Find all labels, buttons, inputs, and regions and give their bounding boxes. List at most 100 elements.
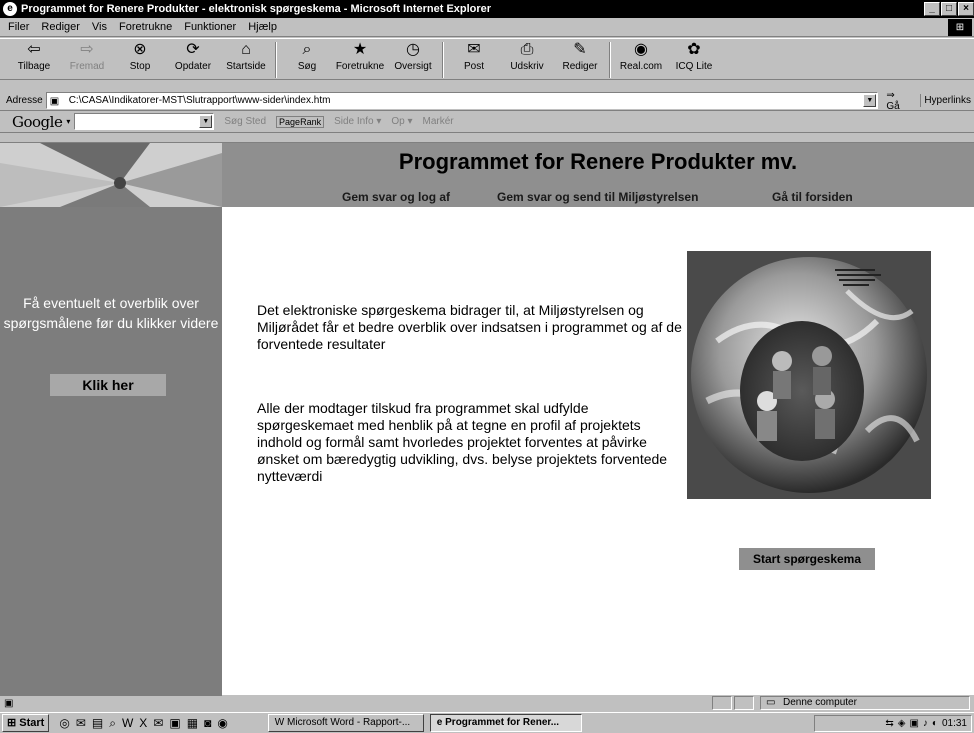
toolbar-søg-icon: ⌕ (302, 41, 312, 58)
page-done-icon: ▣ (4, 697, 14, 709)
toolbar-udskriv-button[interactable]: ⎙ Udskriv (503, 39, 551, 72)
google-page-info-button[interactable]: Side Info ▾ (334, 116, 381, 127)
task-ie[interactable]: e Programmet for Rener... (429, 714, 582, 732)
toolbar-stop-icon: ⊗ (133, 41, 147, 58)
go-button[interactable]: ⇒ Gå (886, 90, 910, 112)
zone-label: Denne computer (783, 697, 857, 708)
toolbar-real-com-icon: ◉ (634, 41, 648, 58)
address-input[interactable]: ▣ C:\CASA\Indikatorer-MST\Slutrapport\ww… (45, 92, 879, 109)
word-quicklaunch-icon[interactable]: W (122, 716, 133, 731)
toolbar-opdater-icon: ⟳ (186, 41, 200, 58)
sidebar-text: Få eventuelt et overblik over spørgsmåle… (3, 295, 219, 331)
maximize-button[interactable]: □ (941, 2, 957, 16)
menu-filer[interactable]: Filer (8, 21, 29, 33)
standard-toolbar: ⇦ Tilbage ⇨ Fremad ⊗ Stop ⟳ Opdater ⌂ Startside ⌕ S… (0, 38, 974, 80)
start-button[interactable]: ⊞ Start (2, 714, 50, 732)
task-word[interactable]: W Microsoft Word - Rapport-... (267, 714, 424, 732)
outlook-quicklaunch-icon[interactable]: ✉ (76, 716, 86, 731)
tray-app-icon[interactable]: ◐ (932, 718, 938, 729)
tray-network-icon[interactable]: ⇆ (885, 718, 893, 729)
mail-quicklaunch-icon[interactable]: ✉ (153, 716, 163, 731)
sidebar: Få eventuelt et overblik over spørgsmåle… (0, 207, 222, 696)
klik-her-button[interactable]: Klik her (50, 374, 166, 396)
quick-launch: ◎ ✉ ▤ ⌕ W X ✉ ▣ ▦ ◙ ◉ (59, 716, 227, 731)
toolbar-stop-button[interactable]: ⊗ Stop (116, 39, 164, 72)
start-questionnaire-button[interactable]: Start spørgeskema (739, 548, 875, 570)
toolbar-icq-lite-button[interactable]: ✿ ICQ Lite (670, 39, 718, 72)
desktop-quicklaunch-icon[interactable]: ▤ (92, 716, 103, 731)
menu-hjaelp[interactable]: Hjælp (248, 21, 277, 33)
app-quicklaunch-icon[interactable]: ▣ (169, 716, 180, 731)
toolbar-fremad-icon: ⇨ (80, 41, 94, 58)
task-word-label: Microsoft Word - Rapport-... (287, 717, 411, 728)
toolbar-button-label: ICQ Lite (675, 61, 713, 72)
toolbar-rediger-icon: ✎ (573, 41, 587, 58)
toolbar-post-icon: ✉ (467, 41, 481, 58)
toolbar-button-label: Post (463, 61, 484, 72)
toolbar-icq-lite-icon: ✿ (687, 41, 701, 58)
excel-quicklaunch-icon[interactable]: X (139, 716, 147, 731)
ie-task-icon: e (436, 717, 446, 728)
google-up-button[interactable]: Op ▾ (391, 116, 412, 127)
google-search-input[interactable]: ▼ (74, 113, 215, 130)
google-toolbar: Google ▾ ▼ Søg Sted PageRank Side Info ▾… (0, 111, 974, 133)
toolbar-separator (609, 42, 611, 78)
menu-foretrukne[interactable]: Foretrukne (119, 21, 172, 33)
google-menu-icon[interactable]: ▾ (66, 117, 70, 126)
toolbar-button-label: Opdater (174, 61, 212, 72)
calc-quicklaunch-icon[interactable]: ▦ (187, 716, 198, 731)
page-title: Programmet for Renere Produkter mv. (398, 149, 798, 174)
address-label: Adresse (6, 95, 43, 106)
pagerank-indicator: PageRank (276, 115, 325, 128)
tray-monitor-icon[interactable]: ▣ (909, 718, 918, 729)
google-search-site-button[interactable]: Søg Sted (224, 116, 266, 127)
toolbar-button-label: Startside (226, 61, 266, 72)
toolbar-fremad-button[interactable]: ⇨ Fremad (63, 39, 111, 72)
clock: 01:31 (941, 718, 967, 729)
toolbar-oversigt-button[interactable]: ◷ Oversigt (389, 39, 437, 72)
tray-volume-icon[interactable]: ♪ (923, 718, 928, 729)
minimize-button[interactable]: _ (924, 2, 940, 16)
menu-funktioner[interactable]: Funktioner (184, 21, 236, 33)
google-highlight-button[interactable]: Markér (423, 116, 454, 127)
toolbar-opdater-button[interactable]: ⟳ Opdater (169, 39, 217, 72)
computer-icon: ▭ (766, 697, 776, 708)
nav-save-send[interactable]: Gem svar og send til Miljøstyrelsen (497, 190, 698, 204)
toolbar-button-label: Tilbage (17, 61, 51, 72)
toolbar-button-label: Oversigt (394, 61, 432, 72)
taskbar: ⊞ Start ◎ ✉ ▤ ⌕ W X ✉ ▣ ▦ ◙ ◉ W Microsof… (0, 712, 974, 733)
address-dropdown-icon[interactable]: ▼ (863, 94, 877, 107)
realplayer-quicklaunch-icon[interactable]: ◉ (217, 716, 227, 731)
menu-vis[interactable]: Vis (92, 21, 107, 33)
toolbar-tilbage-icon: ⇦ (27, 41, 41, 58)
toolbar-startside-button[interactable]: ⌂ Startside (222, 39, 270, 72)
windows-logo-icon: ⊞ (948, 19, 972, 36)
toolbar-tilbage-button[interactable]: ⇦ Tilbage (10, 39, 58, 72)
toolbar-post-button[interactable]: ✉ Post (450, 39, 498, 72)
word-icon: W (274, 717, 288, 728)
nav-save-logout[interactable]: Gem svar og log af (342, 190, 450, 204)
nav-home[interactable]: Gå til forsiden (772, 190, 853, 204)
ie-quicklaunch-icon[interactable]: ◎ (59, 716, 69, 731)
toolbar-søg-button[interactable]: ⌕ Søg (283, 39, 331, 72)
status-pane (734, 696, 754, 710)
toolbar-rediger-button[interactable]: ✎ Rediger (556, 39, 604, 72)
google-logo[interactable]: Google (12, 113, 63, 131)
close-button[interactable]: × (958, 2, 974, 16)
hyperlinks-button[interactable]: Hyperlinks (920, 94, 974, 107)
globe-image (687, 251, 931, 499)
toolbar-udskriv-icon: ⎙ (520, 41, 534, 58)
status-bar: ▣ ▭ Denne computer (0, 695, 974, 711)
toolbar-foretrukne-button[interactable]: ★ Foretrukne (336, 39, 384, 72)
status-pane (712, 696, 732, 710)
menu-rediger[interactable]: Rediger (41, 21, 80, 33)
task-ie-label: Programmet for Rener... (445, 717, 560, 728)
toolbar-foretrukne-icon: ★ (352, 41, 368, 58)
google-dropdown-icon[interactable]: ▼ (199, 115, 213, 128)
header-band: Programmet for Renere Produkter mv. Gem … (222, 143, 974, 207)
media-quicklaunch-icon[interactable]: ◙ (204, 716, 211, 731)
toolbar-real-com-button[interactable]: ◉ Real.com (617, 39, 665, 72)
search-quicklaunch-icon[interactable]: ⌕ (109, 716, 116, 731)
tray-shield-icon[interactable]: ◈ (898, 718, 906, 729)
toolbar-separator (442, 42, 444, 78)
